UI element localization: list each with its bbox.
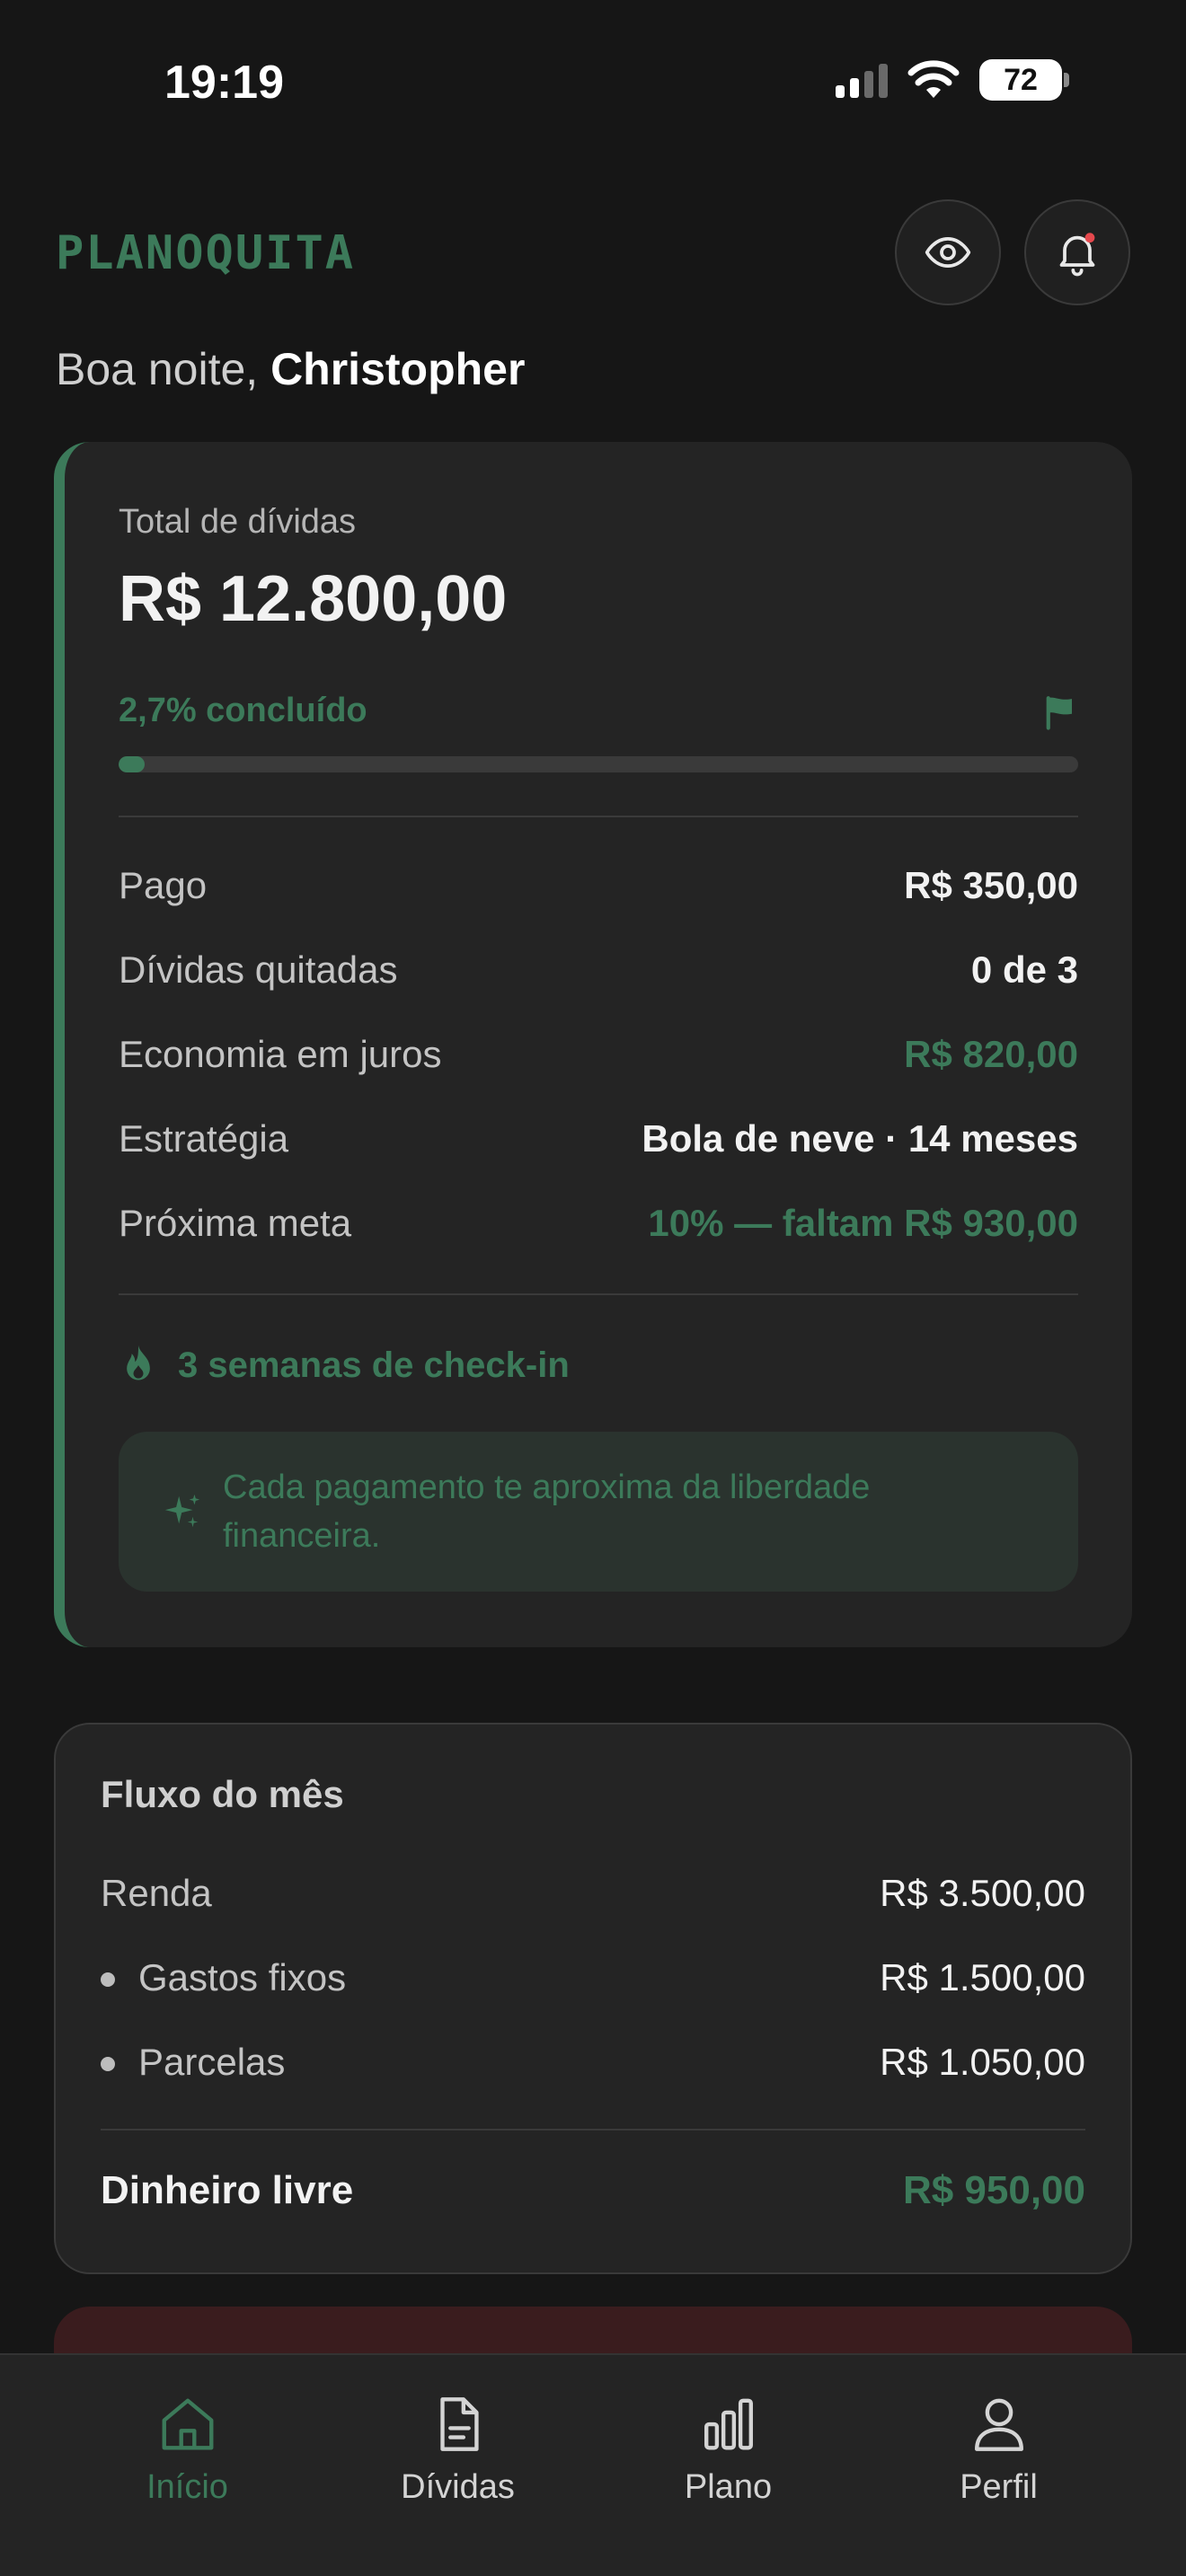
total-debt-value: R$ 12.800,00	[119, 563, 508, 635]
progress-fill	[119, 756, 145, 772]
income-label: Renda	[101, 1872, 212, 1914]
summary-row: Próxima meta 10% — faltam R$ 930,00	[119, 1202, 1078, 1245]
summary-rows: Pago R$ 350,00 Dívidas quitadas 0 de 3 Econo…	[119, 864, 1078, 1286]
summary-row-label: Economia em juros	[119, 1033, 442, 1075]
battery-level: 72	[1004, 62, 1038, 97]
nav-item-debts[interactable]: Dívidas	[368, 2393, 548, 2576]
divider	[119, 1293, 1078, 1295]
free-money-label: Dinheiro livre	[101, 2168, 354, 2212]
streak: 3 semanas de check-in	[119, 1344, 570, 1387]
eye-icon	[925, 236, 971, 269]
summary-row: Economia em juros R$ 820,00	[119, 1033, 1078, 1076]
income-value: R$ 3.500,00	[880, 1872, 1085, 1914]
bell-icon	[1059, 233, 1095, 277]
summary-row-label: Dívidas quitadas	[119, 948, 398, 991]
fixed-expenses-value: R$ 1.500,00	[880, 1956, 1085, 1998]
document-icon	[439, 2397, 479, 2451]
installments-value: R$ 1.050,00	[880, 2041, 1085, 2083]
summary-row-label: Próxima meta	[119, 1202, 352, 1244]
progress-bar	[119, 756, 1078, 772]
nav-item-home[interactable]: Início	[98, 2393, 278, 2576]
greeting-prefix: Boa noite,	[56, 344, 259, 394]
streak-text: 3 semanas de check-in	[178, 1345, 570, 1385]
greeting: Boa noite, Christopher	[56, 343, 525, 395]
summary-row: Estratégia Bola de neve · 14 meses	[119, 1117, 1078, 1160]
flag-icon	[1046, 696, 1072, 730]
nav-label-plan: Plano	[684, 2468, 773, 2506]
battery-icon: 72	[979, 59, 1069, 101]
nav-item-plan[interactable]: Plano	[639, 2393, 819, 2576]
summary-row-label: Pago	[119, 864, 208, 906]
nav-label-profile: Perfil	[960, 2468, 1038, 2506]
total-debt-label: Total de dívidas	[119, 503, 357, 541]
home-icon	[162, 2398, 213, 2450]
nav-item-profile[interactable]: Perfil	[909, 2393, 1089, 2576]
app-logo: PLANOQUITA	[56, 226, 356, 280]
summary-row-label: Estratégia	[119, 1117, 289, 1160]
bottom-nav: Início Dívidas Plano Perfil	[0, 2353, 1186, 2576]
bullet	[101, 1972, 115, 1987]
bar-chart-icon	[704, 2398, 753, 2450]
free-money-value: R$ 950,00	[902, 2168, 1085, 2212]
nav-label-debts: Dívidas	[401, 2468, 515, 2506]
flow-title: Fluxo do mês	[101, 1773, 344, 1815]
bullet	[101, 2057, 115, 2071]
user-name: Christopher	[270, 344, 526, 394]
installments-label: Parcelas	[138, 2041, 286, 2083]
summary-row-value: Bola de neve · 14 meses	[642, 1117, 1078, 1160]
user-icon	[974, 2398, 1023, 2451]
toggle-visibility-button[interactable]	[895, 199, 1001, 305]
progress-label: 2,7% concluído	[119, 692, 367, 729]
motivation-text: Cada pagamento te aproxima da liberdade …	[223, 1469, 871, 1555]
nav-label-home: Início	[146, 2468, 228, 2506]
fixed-expenses-label: Gastos fixos	[138, 1956, 347, 1998]
sparkle-icon	[164, 1494, 200, 1528]
divider	[101, 2129, 1085, 2130]
notifications-button[interactable]	[1024, 199, 1130, 305]
summary-row: Dívidas quitadas 0 de 3	[119, 948, 1078, 992]
summary-row-value: R$ 820,00	[904, 1033, 1078, 1075]
summary-row-value: R$ 350,00	[904, 864, 1078, 906]
fire-icon	[127, 1345, 150, 1381]
signal-icon	[836, 62, 888, 98]
summary-row: Pago R$ 350,00	[119, 864, 1078, 907]
status-icons: 72	[836, 59, 1069, 101]
divider	[119, 816, 1078, 817]
status-time: 19:19	[164, 57, 284, 109]
wifi-icon	[907, 60, 960, 98]
summary-row-value: 0 de 3	[970, 948, 1078, 991]
summary-row-value: 10% — faltam R$ 930,00	[648, 1202, 1078, 1244]
motivation-banner: Cada pagamento te aproxima da liberdade …	[119, 1432, 1078, 1592]
